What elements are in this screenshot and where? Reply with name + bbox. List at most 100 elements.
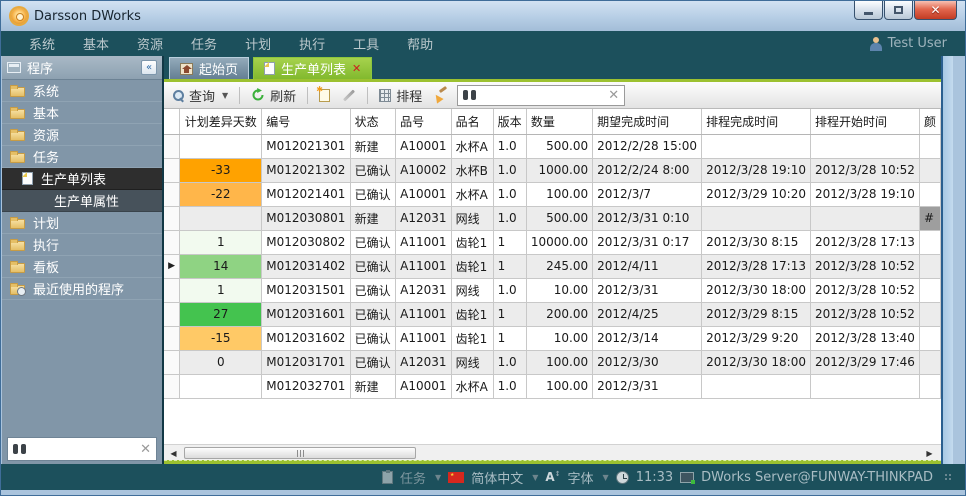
sidebar-item-看板[interactable]: 看板 xyxy=(2,256,162,278)
table-row[interactable]: -33M012021302已确认A10002水杯B1.01000.002012/… xyxy=(164,158,941,182)
cell-quantity: 1000.00 xyxy=(526,158,592,182)
sidebar: 程序 « 系统基本资源任务生产单列表生产单属性计划执行看板最近使用的程序 ✕ xyxy=(2,56,164,466)
status-language-label[interactable]: 简体中文 xyxy=(471,468,523,487)
row-selector-cell[interactable] xyxy=(164,374,180,398)
table-row[interactable]: -22M012021401已确认A10001水杯A1.0100.002012/3… xyxy=(164,182,941,206)
column-header-版本[interactable]: 版本 xyxy=(493,109,526,134)
column-header-partial[interactable]: 颜 xyxy=(919,109,940,134)
minimize-button[interactable] xyxy=(854,1,883,20)
sidebar-item-资源[interactable]: 资源 xyxy=(2,124,162,146)
table-row[interactable]: 1M012030802已确认A11001齿轮1110000.002012/3/3… xyxy=(164,230,941,254)
user-area[interactable]: Test User xyxy=(870,36,947,51)
cell-item-no: A11001 xyxy=(396,254,451,278)
clean-button[interactable] xyxy=(431,86,451,104)
schedule-button-label: 排程 xyxy=(396,86,422,105)
query-button[interactable]: 查询 ▼ xyxy=(170,84,231,107)
sidebar-search-input[interactable] xyxy=(26,440,140,458)
column-header-排程开始时间[interactable]: 排程开始时间 xyxy=(811,109,920,134)
column-header-品号[interactable]: 品号 xyxy=(396,109,451,134)
column-header-品名[interactable]: 品名 xyxy=(451,109,493,134)
table-row[interactable]: M012021301新建A10001水杯A1.0500.002012/2/28 … xyxy=(164,134,941,158)
edit-button[interactable] xyxy=(339,92,359,99)
menu-item-2[interactable]: 资源 xyxy=(137,34,163,53)
chevron-down-icon[interactable]: ▼ xyxy=(435,473,441,482)
resize-grip[interactable] xyxy=(944,473,953,482)
toolbar-search-input[interactable] xyxy=(481,88,603,102)
tab-home[interactable]: 起始页 xyxy=(169,57,249,79)
sidebar-collapse-button[interactable]: « xyxy=(141,60,157,75)
scroll-right-icon[interactable]: ▶ xyxy=(922,446,937,460)
cell-scheduled-start: 2012/3/28 10:52 xyxy=(811,302,920,326)
column-header-计划差异天数[interactable]: 计划差异天数 xyxy=(180,109,262,134)
chevron-down-icon[interactable]: ▼ xyxy=(603,473,609,482)
cell-expected-finish: 2012/4/25 xyxy=(593,302,702,326)
row-selector-cell[interactable] xyxy=(164,326,180,350)
menu-item-0[interactable]: 系统 xyxy=(29,34,55,53)
cell-scheduled-finish xyxy=(702,206,811,230)
status-font-label[interactable]: 字体 xyxy=(568,468,594,487)
tab-close-icon[interactable]: ✕ xyxy=(352,62,361,75)
sidebar-item-生产单属性[interactable]: 生产单属性 xyxy=(2,190,162,212)
sidebar-item-计划[interactable]: 计划 xyxy=(2,212,162,234)
sidebar-item-系统[interactable]: 系统 xyxy=(2,80,162,102)
row-selector-cell[interactable] xyxy=(164,230,180,254)
table-row[interactable]: -15M012031602已确认A11001齿轮1110.002012/3/14… xyxy=(164,326,941,350)
cell-version: 1.0 xyxy=(493,182,526,206)
sidebar-search-clear-icon[interactable]: ✕ xyxy=(140,442,151,457)
sidebar-item-label: 看板 xyxy=(33,257,59,276)
row-selector-cell[interactable] xyxy=(164,134,180,158)
row-selector-cell[interactable] xyxy=(164,206,180,230)
sidebar-item-任务[interactable]: 任务 xyxy=(2,146,162,168)
table-row[interactable]: M012030801新建A12031网线1.0500.002012/3/31 0… xyxy=(164,206,941,230)
schedule-button[interactable]: 排程 xyxy=(376,84,425,107)
sidebar-item-生产单列表[interactable]: 生产单列表 xyxy=(2,168,162,190)
row-selector-cell[interactable]: ▶ xyxy=(164,254,180,278)
cell-order-id: M012021401 xyxy=(262,182,350,206)
chevron-down-icon[interactable]: ▼ xyxy=(532,473,538,482)
table-row[interactable]: ▶14M012031402已确认A11001齿轮11245.002012/4/1… xyxy=(164,254,941,278)
cell-version: 1.0 xyxy=(493,350,526,374)
refresh-button[interactable]: 刷新 xyxy=(248,84,299,107)
table-row[interactable]: 0M012031701已确认A12031网线1.0100.002012/3/30… xyxy=(164,350,941,374)
sidebar-item-执行[interactable]: 执行 xyxy=(2,234,162,256)
table-row[interactable]: 27M012031601已确认A11001齿轮11200.002012/4/25… xyxy=(164,302,941,326)
scrollbar-thumb[interactable] xyxy=(184,447,416,459)
table-row[interactable]: 1M012031501已确认A12031网线1.010.002012/3/312… xyxy=(164,278,941,302)
menu-item-1[interactable]: 基本 xyxy=(83,34,109,53)
cell-status: 已确认 xyxy=(350,302,395,326)
maximize-button[interactable] xyxy=(884,1,913,20)
close-button[interactable]: ✕ xyxy=(914,1,957,20)
cell-order-id: M012021301 xyxy=(262,134,350,158)
row-selector-cell[interactable] xyxy=(164,302,180,326)
scroll-left-icon[interactable]: ◀ xyxy=(166,446,181,460)
row-selector-cell[interactable] xyxy=(164,182,180,206)
column-header-排程完成时间[interactable]: 排程完成时间 xyxy=(702,109,811,134)
title-bar[interactable]: Darsson DWorks ✕ xyxy=(1,1,965,31)
broom-icon xyxy=(434,88,448,102)
status-task-label[interactable]: 任务 xyxy=(400,468,426,487)
cell-version: 1.0 xyxy=(493,206,526,230)
row-selector-cell[interactable] xyxy=(164,350,180,374)
row-selector-cell[interactable] xyxy=(164,278,180,302)
menu-item-7[interactable]: 帮助 xyxy=(407,34,433,53)
menu-item-6[interactable]: 工具 xyxy=(353,34,379,53)
sidebar-item-基本[interactable]: 基本 xyxy=(2,102,162,124)
program-icon xyxy=(7,62,21,73)
column-header-状态[interactable]: 状态 xyxy=(350,109,395,134)
menu-item-5[interactable]: 执行 xyxy=(299,34,325,53)
row-selector-cell[interactable] xyxy=(164,158,180,182)
table-row[interactable]: M012032701新建A10001水杯A1.0100.002012/3/31 xyxy=(164,374,941,398)
menu-item-3[interactable]: 任务 xyxy=(191,34,217,53)
menu-item-4[interactable]: 计划 xyxy=(245,34,271,53)
column-header-数量[interactable]: 数量 xyxy=(526,109,592,134)
content-area: 起始页 生产单列表 ✕ 查询 ▼ 刷新 xyxy=(164,56,941,466)
new-button[interactable] xyxy=(316,87,333,104)
sidebar-item-最近使用的程序[interactable]: 最近使用的程序 xyxy=(2,278,162,300)
horizontal-scrollbar[interactable]: ◀ ▶ xyxy=(164,444,941,460)
cell-order-id: M012031501 xyxy=(262,278,350,302)
cell-status: 新建 xyxy=(350,134,395,158)
tab-production-order-list[interactable]: 生产单列表 ✕ xyxy=(253,57,372,79)
column-header-编号[interactable]: 编号 xyxy=(262,109,350,134)
toolbar-search-clear-icon[interactable]: ✕ xyxy=(608,88,619,103)
column-header-期望完成时间[interactable]: 期望完成时间 xyxy=(593,109,702,134)
